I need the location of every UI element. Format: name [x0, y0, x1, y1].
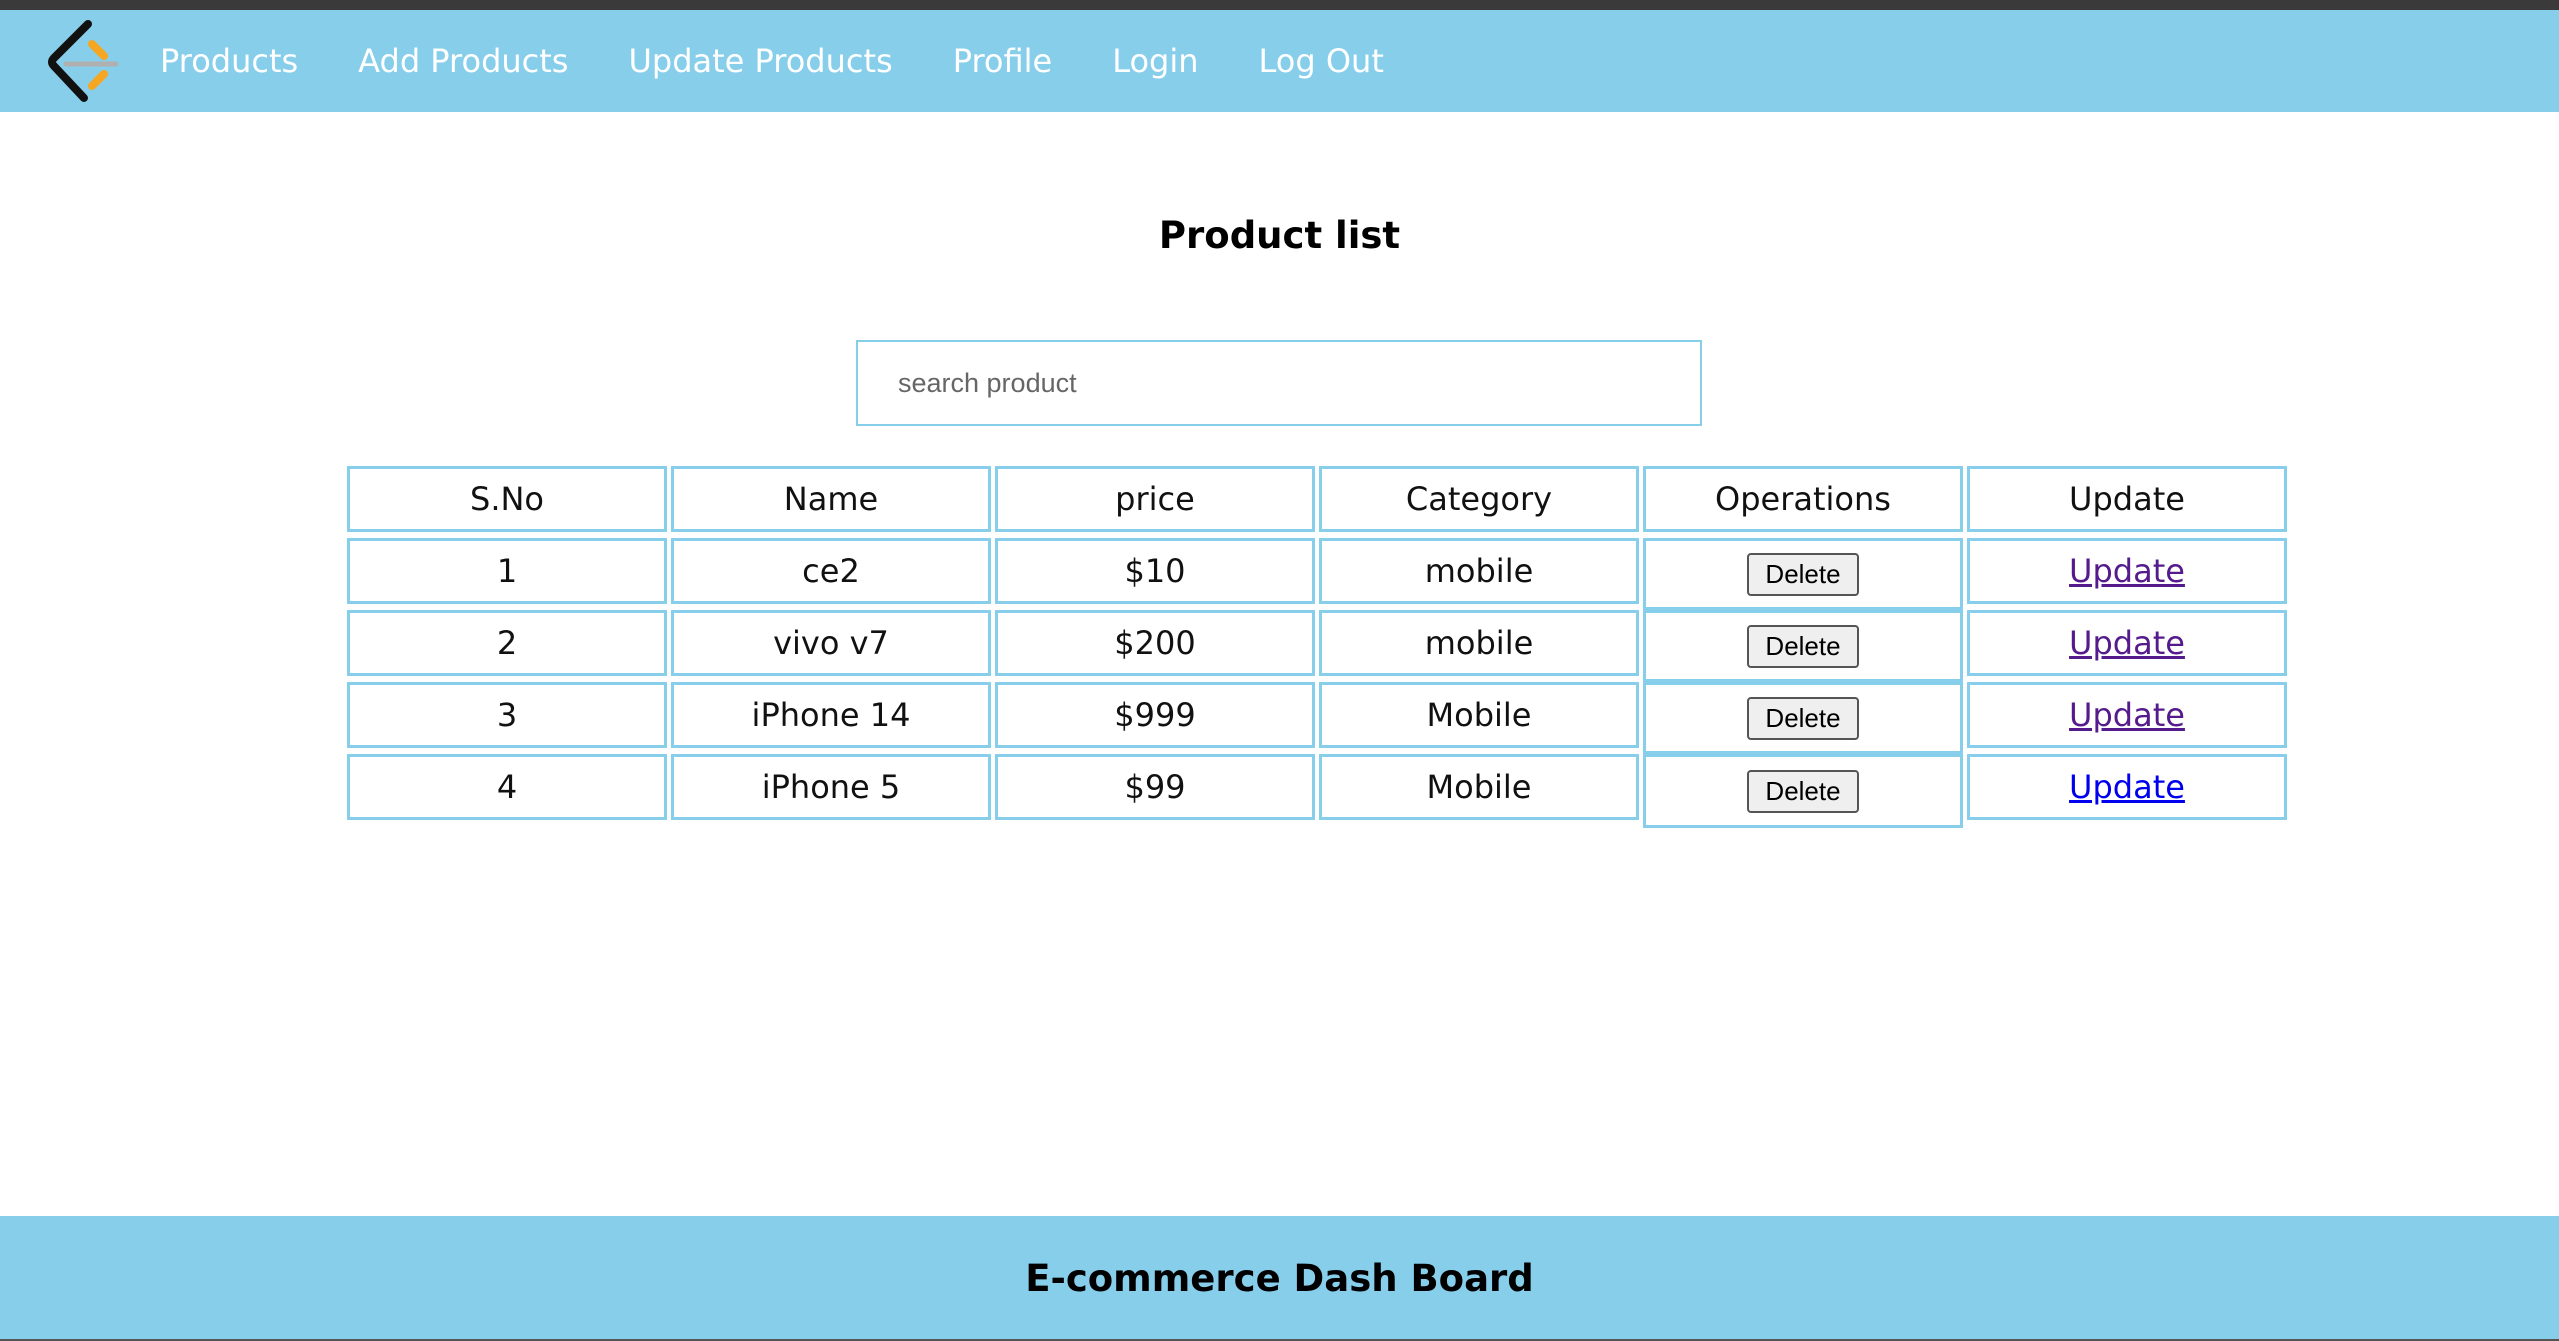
footer-text: E-commerce Dash Board — [1025, 1257, 1534, 1300]
page-title: Product list — [1158, 214, 1401, 257]
header-update: Update — [1967, 466, 2287, 532]
cell-category: mobile — [1319, 610, 1639, 676]
delete-button[interactable]: Delete — [1747, 769, 1859, 813]
cell-name: ce2 — [671, 538, 991, 604]
update-link[interactable]: Update — [2069, 552, 2185, 590]
cell-price: $999 — [995, 682, 1315, 748]
cell-operations: Delete — [1643, 538, 1963, 610]
cell-category: Mobile — [1319, 682, 1639, 748]
product-table: S.No Name price Category Operations Upda… — [347, 466, 2293, 828]
cell-update: Update — [1967, 610, 2287, 676]
delete-button[interactable]: Delete — [1747, 552, 1859, 596]
cell-name: iPhone 14 — [671, 682, 991, 748]
code-bracket-logo-icon[interactable] — [40, 16, 130, 106]
cell-sno: 3 — [347, 682, 667, 748]
cell-update: Update — [1967, 682, 2287, 748]
cell-operations: Delete — [1643, 754, 1963, 828]
cell-price: $99 — [995, 754, 1315, 820]
table-row: 1 ce2 $10 mobile Delete Update — [347, 538, 2293, 610]
header-name: Name — [671, 466, 991, 532]
window-top-strip — [0, 0, 2559, 10]
nav-link-login[interactable]: Login — [1112, 42, 1198, 80]
update-link[interactable]: Update — [2069, 624, 2185, 662]
cell-sno: 1 — [347, 538, 667, 604]
nav-link-logout[interactable]: Log Out — [1259, 42, 1384, 80]
update-link[interactable]: Update — [2069, 768, 2185, 806]
table-header-row: S.No Name price Category Operations Upda… — [347, 466, 2293, 532]
cell-sno: 4 — [347, 754, 667, 820]
nav-link-add-products[interactable]: Add Products — [358, 42, 568, 80]
cell-sno: 2 — [347, 610, 667, 676]
cell-update: Update — [1967, 538, 2287, 604]
header-operations: Operations — [1643, 466, 1963, 532]
navbar: Products Add Products Update Products Pr… — [0, 10, 2559, 112]
table-row: 3 iPhone 14 $999 Mobile Delete Update — [347, 682, 2293, 754]
nav-link-profile[interactable]: Profile — [953, 42, 1053, 80]
cell-price: $200 — [995, 610, 1315, 676]
cell-category: Mobile — [1319, 754, 1639, 820]
header-sno: S.No — [347, 466, 667, 532]
search-input[interactable] — [856, 340, 1702, 426]
header-category: Category — [1319, 466, 1639, 532]
update-link[interactable]: Update — [2069, 696, 2185, 734]
table-row: 2 vivo v7 $200 mobile Delete Update — [347, 610, 2293, 682]
delete-button[interactable]: Delete — [1747, 624, 1859, 668]
nav-link-products[interactable]: Products — [160, 42, 298, 80]
cell-update: Update — [1967, 754, 2287, 820]
cell-name: vivo v7 — [671, 610, 991, 676]
cell-operations: Delete — [1643, 682, 1963, 754]
delete-button[interactable]: Delete — [1747, 696, 1859, 740]
cell-category: mobile — [1319, 538, 1639, 604]
footer: E-commerce Dash Board — [0, 1216, 2559, 1341]
nav-links: Products Add Products Update Products Pr… — [160, 10, 1444, 112]
header-price: price — [995, 466, 1315, 532]
table-row: 4 iPhone 5 $99 Mobile Delete Update — [347, 754, 2293, 828]
nav-link-update-products[interactable]: Update Products — [628, 42, 892, 80]
cell-name: iPhone 5 — [671, 754, 991, 820]
cell-price: $10 — [995, 538, 1315, 604]
cell-operations: Delete — [1643, 610, 1963, 682]
